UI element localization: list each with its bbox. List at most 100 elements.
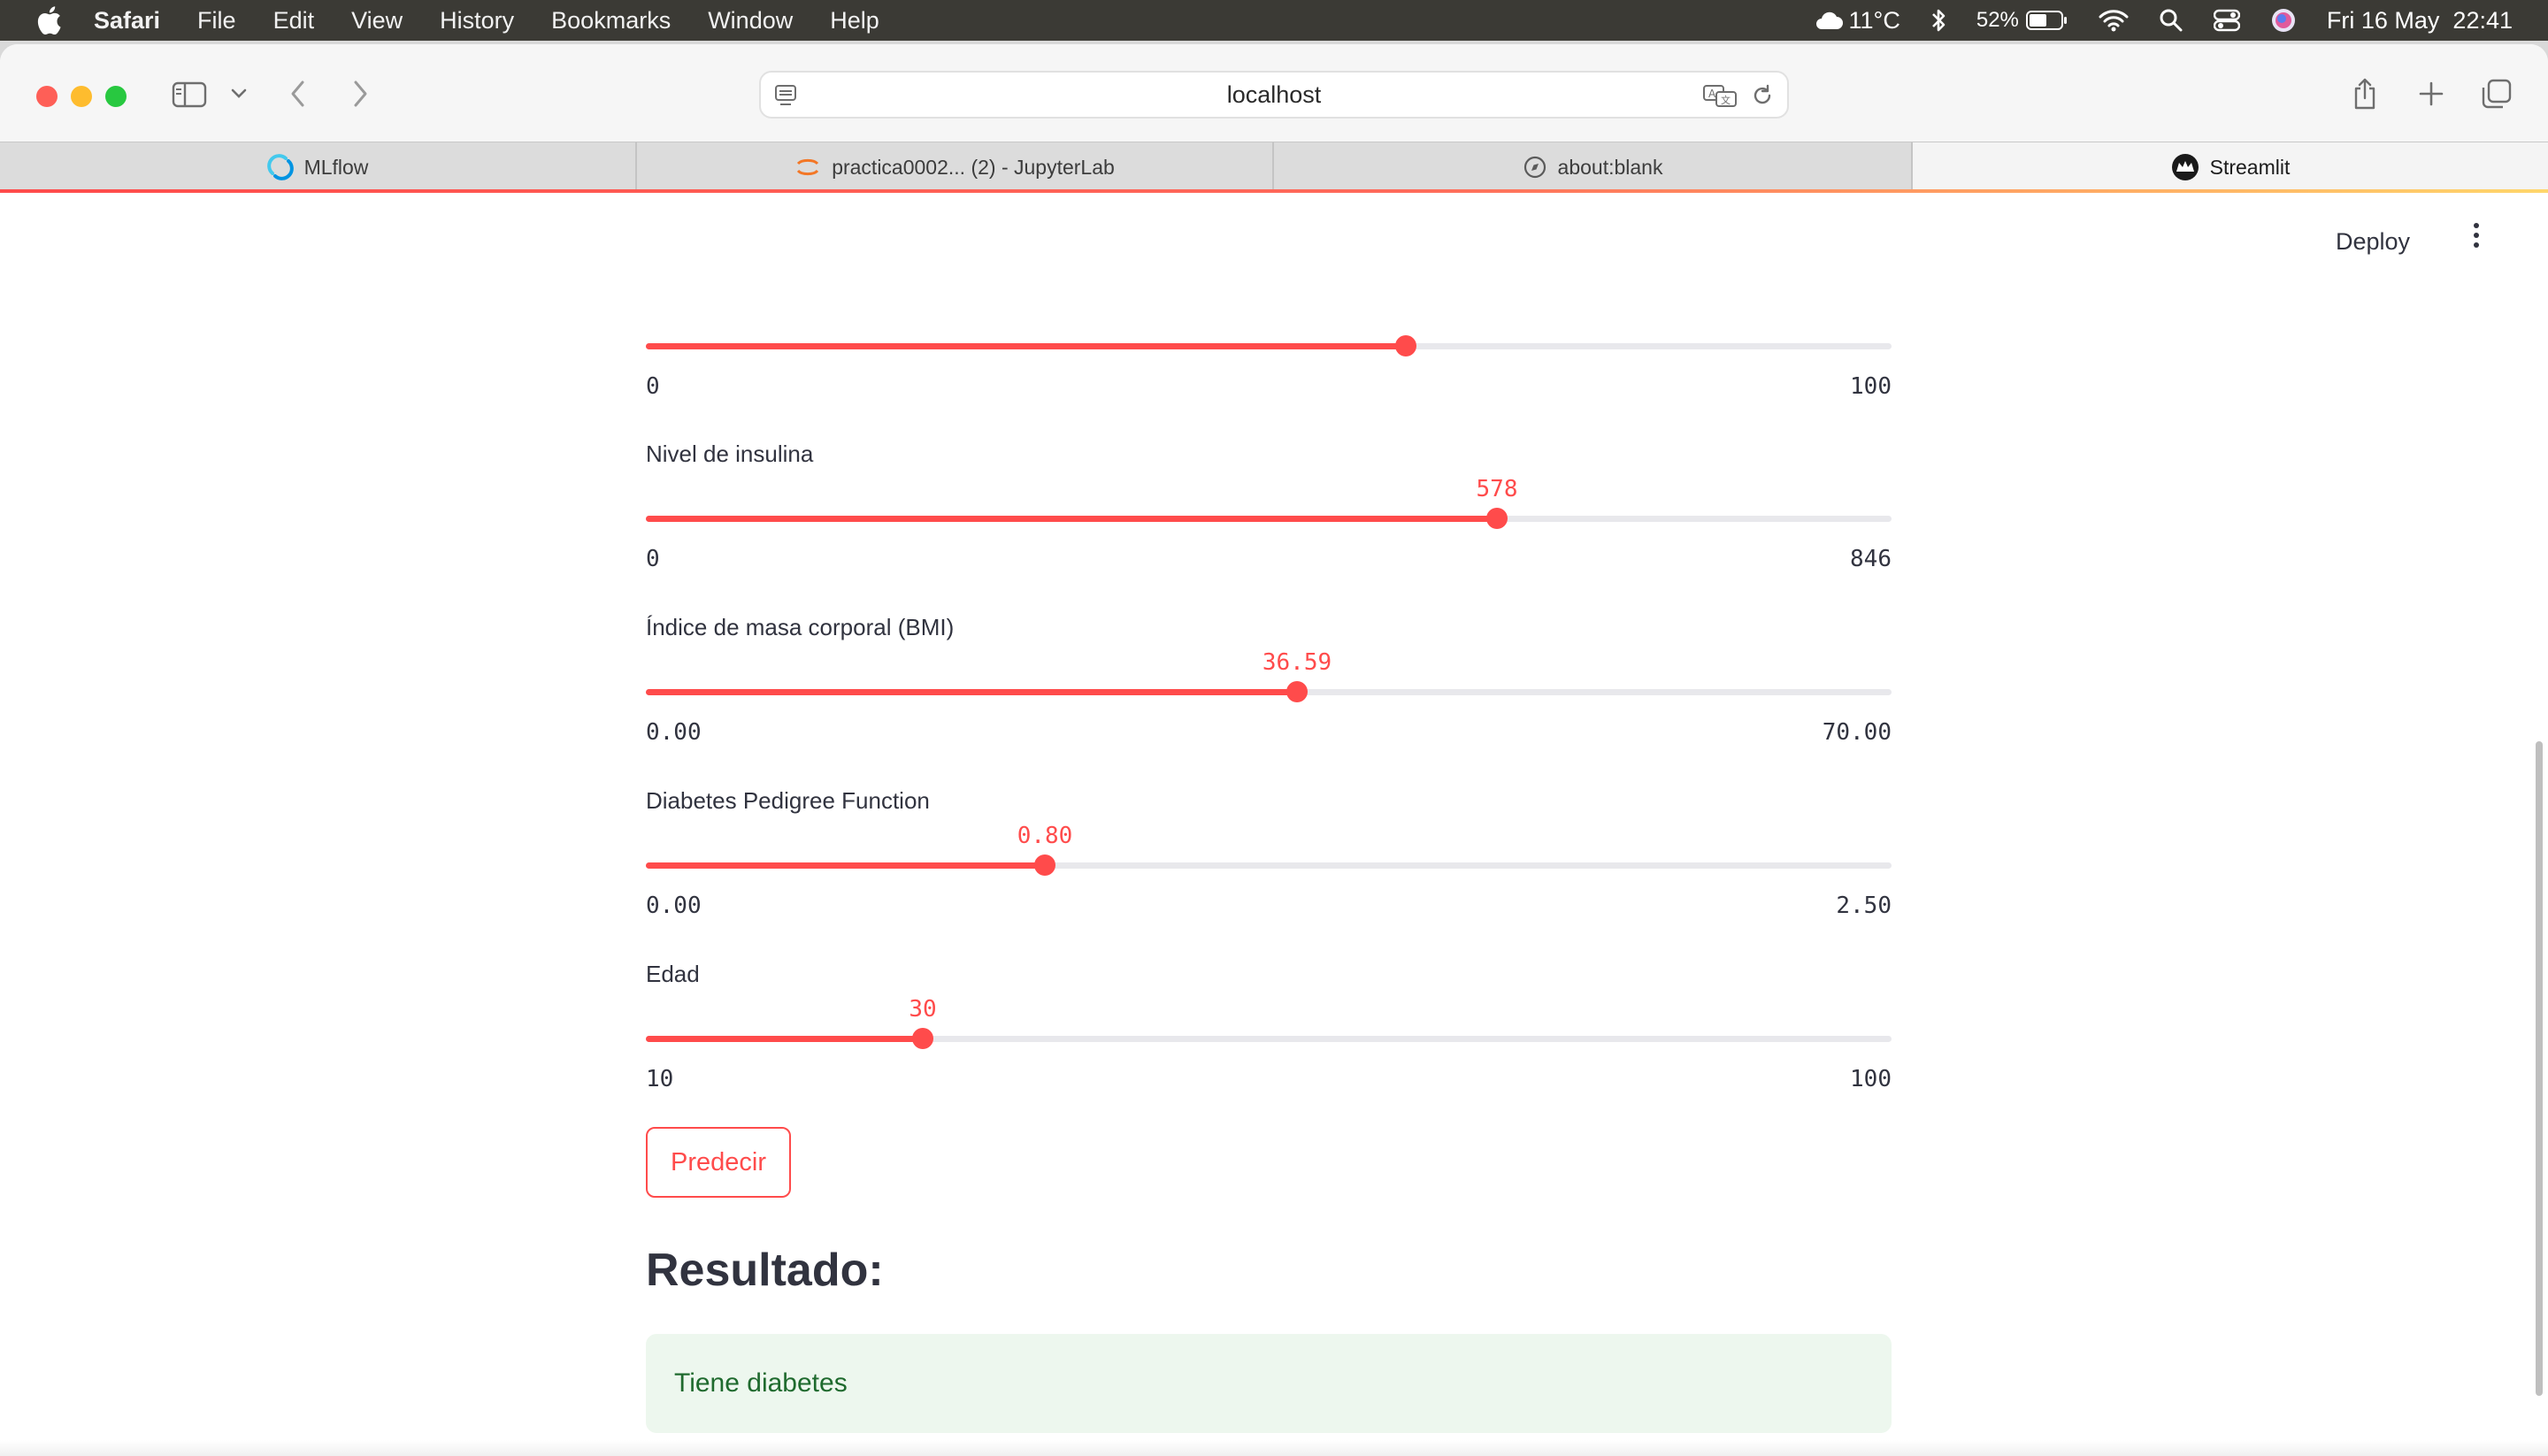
- menu-file[interactable]: File: [197, 7, 236, 34]
- browser-toolbar: localhost A文: [0, 44, 2548, 142]
- window-bottom-shadow: [0, 1440, 2548, 1456]
- slider-label: Nivel de insulina: [646, 441, 814, 467]
- menu-help[interactable]: Help: [830, 7, 879, 34]
- slider-min: 10: [646, 1066, 674, 1092]
- deploy-button[interactable]: Deploy: [2336, 228, 2410, 256]
- safari-window: localhost A文 MLflow practica0002... (2) …: [0, 44, 2548, 1456]
- slider-value: 578: [1476, 476, 1518, 502]
- battery-status[interactable]: 52%: [1976, 8, 2068, 33]
- svg-text:文: 文: [1721, 94, 1731, 106]
- share-icon[interactable]: [2350, 76, 2380, 111]
- slider-max: 100: [1850, 373, 1892, 400]
- spotlight-search-icon[interactable]: [2159, 8, 2183, 33]
- slider-value: 30: [909, 996, 937, 1023]
- slider-label: Edad: [646, 961, 700, 987]
- control-center-icon[interactable]: [2213, 9, 2240, 32]
- reload-icon[interactable]: [1750, 83, 1775, 108]
- result-heading: Resultado:: [646, 1245, 884, 1296]
- weather-status[interactable]: 11°C: [1814, 7, 1900, 34]
- close-window-button[interactable]: [36, 86, 58, 107]
- slider-min: 0.00: [646, 893, 702, 919]
- forward-chevron-icon[interactable]: [349, 78, 372, 110]
- slider-fill: [646, 689, 1297, 695]
- menu-history[interactable]: History: [440, 7, 514, 34]
- slider-min: 0: [646, 546, 660, 572]
- slider-track[interactable]: [646, 335, 1892, 356]
- streamlit-app: Deploy 0 100 Nivel de insulina 578 0 846…: [0, 193, 2548, 1456]
- slider-edad: Edad 30 10 100: [646, 961, 1892, 1138]
- tab-label: MLflow: [303, 155, 369, 179]
- apple-logo-icon[interactable]: [35, 5, 62, 35]
- tab-jupyterlab[interactable]: practica0002... (2) - JupyterLab: [637, 142, 1274, 192]
- slider-bmi: Índice de masa corporal (BMI) 36.59 0.00…: [646, 614, 1892, 791]
- result-message: Tiene diabetes: [674, 1368, 848, 1398]
- tab-group-chevron-down-icon[interactable]: [228, 85, 249, 103]
- tab-label: Streamlit: [2209, 155, 2291, 179]
- macos-menu-bar: Safari File Edit View History Bookmarks …: [0, 0, 2548, 41]
- slider-track[interactable]: [646, 1028, 1892, 1049]
- jupyter-icon: [794, 154, 821, 180]
- battery-percent: 52%: [1976, 8, 2019, 32]
- menu-view[interactable]: View: [351, 7, 403, 34]
- slider-fill: [646, 862, 1045, 869]
- tab-label: practica0002... (2) - JupyterLab: [832, 155, 1115, 179]
- slider-insulina: Nivel de insulina 578 0 846: [646, 441, 1892, 617]
- page-scrollbar[interactable]: [2536, 741, 2543, 1396]
- cloud-icon: [1815, 11, 1843, 30]
- wifi-icon[interactable]: [2099, 9, 2129, 32]
- slider-thumb[interactable]: [1395, 335, 1416, 356]
- zoom-window-button[interactable]: [105, 86, 127, 107]
- slider-min: 0: [646, 373, 660, 400]
- streamlit-icon: [2171, 153, 2199, 181]
- slider-track[interactable]: [646, 681, 1892, 702]
- slider-label: Diabetes Pedigree Function: [646, 787, 930, 814]
- tab-about-blank[interactable]: about:blank: [1274, 142, 1913, 192]
- slider-pedigree: Diabetes Pedigree Function 0.80 0.00 2.5…: [646, 787, 1892, 964]
- svg-text:A: A: [1708, 88, 1716, 100]
- mlflow-icon: [266, 154, 294, 180]
- menu-datetime[interactable]: Fri 16 May 22:41: [2327, 7, 2513, 34]
- siri-icon[interactable]: [2270, 7, 2297, 34]
- slider-max: 70.00: [1822, 719, 1892, 746]
- menu-edit[interactable]: Edit: [273, 7, 315, 34]
- slider-thumb[interactable]: [1486, 508, 1508, 529]
- slider-max: 100: [1850, 1066, 1892, 1092]
- menu-app-name[interactable]: Safari: [94, 7, 160, 34]
- slider-max: 2.50: [1836, 893, 1892, 919]
- address-bar[interactable]: localhost A文: [759, 71, 1789, 119]
- tab-overview-icon[interactable]: [2481, 78, 2513, 110]
- bluetooth-icon[interactable]: [1930, 7, 1946, 34]
- weather-temperature: 11°C: [1848, 6, 1900, 34]
- slider-label: Índice de masa corporal (BMI): [646, 614, 955, 640]
- slider-fill: [646, 343, 1406, 349]
- slider-track[interactable]: [646, 508, 1892, 529]
- battery-icon: [2025, 11, 2067, 30]
- slider-previous: 0 100: [646, 193, 1892, 405]
- slider-fill: [646, 1036, 923, 1042]
- slider-thumb[interactable]: [1286, 681, 1308, 702]
- slider-min: 0.00: [646, 719, 702, 746]
- slider-max: 846: [1850, 546, 1892, 572]
- slider-track[interactable]: [646, 854, 1892, 876]
- result-success-alert: Tiene diabetes: [646, 1334, 1892, 1433]
- tab-bar: MLflow practica0002... (2) - JupyterLab …: [0, 142, 2548, 192]
- slider-thumb[interactable]: [1034, 854, 1055, 876]
- back-chevron-icon[interactable]: [287, 78, 310, 110]
- slider-thumb[interactable]: [912, 1028, 933, 1049]
- menu-bar-extras: 11°C 52% Fri 16 May 22:41: [1784, 0, 2513, 41]
- predict-button[interactable]: Predecir: [646, 1127, 791, 1198]
- compass-icon: [1523, 155, 1547, 180]
- main-menu-kebab-icon[interactable]: [2474, 223, 2481, 252]
- tab-label: about:blank: [1557, 155, 1663, 179]
- menu-window[interactable]: Window: [708, 7, 793, 34]
- slider-fill: [646, 516, 1497, 522]
- translate-icon[interactable]: A文: [1702, 83, 1738, 108]
- tab-mlflow[interactable]: MLflow: [0, 142, 637, 192]
- new-tab-plus-icon[interactable]: [2417, 80, 2445, 108]
- menu-bookmarks[interactable]: Bookmarks: [551, 7, 671, 34]
- sidebar-toggle-icon[interactable]: [172, 80, 207, 110]
- url-text[interactable]: localhost: [761, 73, 1787, 117]
- slider-value: 0.80: [1017, 823, 1073, 849]
- minimize-window-button[interactable]: [71, 86, 92, 107]
- tab-streamlit[interactable]: Streamlit: [1913, 142, 2548, 192]
